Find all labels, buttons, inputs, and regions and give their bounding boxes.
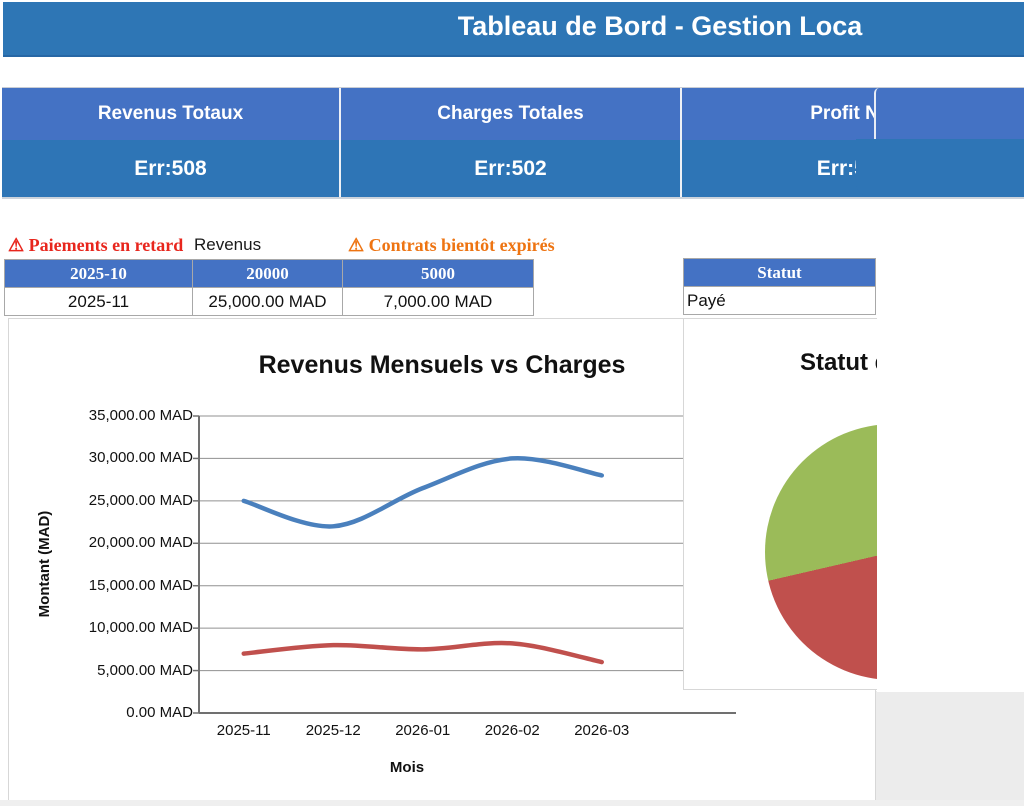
statut-header-row: Statut	[684, 259, 876, 287]
mini-table-header-row: 2025-10 20000 5000	[5, 260, 534, 288]
kpi-value-charges-totales[interactable]: Err:502	[341, 140, 682, 197]
y-tick-label: 20,000.00 MAD	[9, 534, 193, 552]
kpi-label-charges-totales[interactable]: Charges Totales	[341, 88, 682, 140]
y-tick-label: 5,000.00 MAD	[9, 662, 193, 680]
kpi-overlay-card-top	[874, 88, 1024, 139]
sheet-background-bottom	[0, 800, 1024, 806]
y-tick-label: 35,000.00 MAD	[9, 407, 193, 425]
revenus-column-label: Revenus	[194, 233, 261, 257]
statut-data-row: Payé	[684, 287, 876, 315]
y-tick-label: 15,000.00 MAD	[9, 577, 193, 595]
x-tick-label: 2025-12	[288, 722, 378, 739]
pie-chart-panel[interactable]: Statut des Paiements	[683, 318, 1024, 690]
kpi-label-revenus-totaux[interactable]: Revenus Totaux	[2, 88, 341, 140]
y-tick-label: 10,000.00 MAD	[9, 619, 193, 637]
x-tick-label: 2026-03	[557, 722, 647, 739]
payments-mini-table: 2025-10 20000 5000 2025-11 25,000.00 MAD…	[4, 259, 534, 316]
title-banner: Tableau de Bord - Gestion Loca	[3, 2, 1024, 57]
mini-table-data-row: 2025-11 25,000.00 MAD 7,000.00 MAD	[5, 288, 534, 316]
kpi-overlay-card-bottom	[856, 139, 1024, 197]
x-tick-label: 2026-02	[467, 722, 557, 739]
mini-header-charges[interactable]: 5000	[343, 260, 534, 288]
y-tick-label: 25,000.00 MAD	[9, 492, 193, 510]
kpi-value-revenus-totaux[interactable]: Err:508	[2, 140, 341, 197]
statut-header-cell[interactable]: Statut	[684, 259, 876, 287]
series-line-charges[interactable]	[244, 643, 602, 662]
kpi-header-row: Revenus Totaux Charges Totales Profit Ne…	[2, 87, 1024, 140]
mini-cell-revenus[interactable]: 25,000.00 MAD	[193, 288, 343, 316]
sheet-background-right	[876, 691, 1024, 806]
late-payments-alert: ⚠ Paiements en retard	[8, 233, 193, 257]
mini-cell-charges[interactable]: 7,000.00 MAD	[343, 288, 534, 316]
line-plot-area[interactable]	[199, 416, 736, 713]
y-tick-label: 30,000.00 MAD	[9, 449, 193, 467]
mini-header-month[interactable]: 2025-10	[5, 260, 193, 288]
statut-table: Statut Payé	[683, 258, 876, 315]
series-line-revenus[interactable]	[244, 458, 602, 526]
x-tick-label: 2025-11	[199, 722, 289, 739]
mini-cell-month[interactable]: 2025-11	[5, 288, 193, 316]
page-title: Tableau de Bord - Gestion Loca	[243, 11, 1024, 42]
x-tick-label: 2026-01	[378, 722, 468, 739]
expiring-contracts-alert: ⚠ Contrats bientôt expirés	[348, 233, 648, 257]
y-tick-label: 0.00 MAD	[9, 704, 193, 722]
mini-header-revenus[interactable]: 20000	[193, 260, 343, 288]
x-axis-title: Mois	[9, 759, 805, 776]
pie-right-clip-cover	[877, 318, 1024, 692]
statut-paye-cell[interactable]: Payé	[684, 287, 876, 315]
